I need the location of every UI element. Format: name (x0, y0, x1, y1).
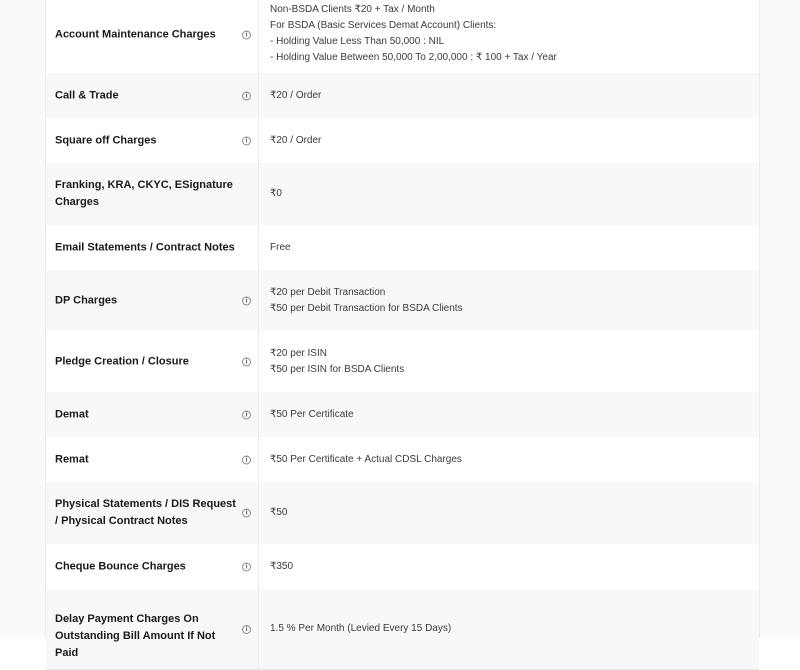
charge-value: ₹20 per Debit Transaction ₹50 per Debit … (270, 286, 463, 314)
row-label-cell: Account Maintenance Charges i (46, 0, 259, 73)
info-icon[interactable]: i (242, 91, 251, 100)
charge-value: 1.5 % Per Month (Levied Every 15 Days) (270, 623, 452, 634)
charge-name: Franking, KRA, CKYC, ESignature Charges (55, 179, 233, 208)
table-row: Email Statements / Contract Notes Free (46, 225, 759, 271)
row-label-cell: Square off Charges i (46, 118, 259, 163)
charge-value: ₹20 per ISIN ₹50 per ISIN for BSDA Clien… (270, 347, 405, 375)
row-label-cell: Cheque Bounce Charges i (46, 544, 259, 589)
charge-name: Square off Charges (55, 134, 157, 146)
charge-value: ₹50 Per Certificate + Actual CDSL Charge… (270, 453, 462, 465)
info-icon[interactable]: i (242, 357, 251, 366)
table-row: Cheque Bounce Charges i ₹350 (46, 544, 759, 590)
row-label-cell: Call & Trade i (46, 73, 259, 118)
charge-value: ₹350 (270, 560, 294, 572)
info-icon[interactable]: i (242, 296, 251, 305)
charge-name: Account Maintenance Charges (55, 28, 216, 41)
info-icon[interactable]: i (242, 508, 251, 518)
table-row: Delay Payment Charges On Outstanding Bil… (46, 589, 759, 670)
charge-name: Physical Statements / DIS Request / Phys… (55, 498, 236, 527)
row-label-cell: Email Statements / Contract Notes (46, 225, 259, 270)
table-row: DP Charges i ₹20 per Debit Transaction ₹… (46, 270, 759, 332)
charge-value: ₹50 Per Certificate (270, 408, 354, 420)
info-icon[interactable]: i (242, 562, 251, 571)
table-row: Call & Trade i ₹20 / Order (46, 73, 759, 119)
charge-name: Cheque Bounce Charges (55, 560, 186, 572)
info-icon[interactable]: i (242, 625, 251, 634)
info-icon[interactable]: i (242, 410, 251, 419)
table-row: Physical Statements / DIS Request / Phys… (46, 482, 759, 545)
charge-value: ₹50 (270, 507, 288, 518)
charge-name: Call & Trade (55, 89, 119, 101)
charge-name: DP Charges (55, 294, 118, 306)
table-row: Franking, KRA, CKYC, ESignature Charges … (46, 163, 759, 226)
charge-value: ₹20 / Order (270, 134, 322, 146)
row-label-cell: Remat i (46, 437, 259, 482)
charge-name: Delay Payment Charges On Outstanding Bil… (55, 613, 216, 659)
row-label-cell: Pledge Creation / Closure i (46, 331, 259, 392)
info-icon[interactable]: i (242, 30, 251, 40)
table-row: Square off Charges i ₹20 / Order (46, 118, 759, 164)
charge-name: Remat (55, 453, 89, 465)
right-margin (759, 0, 800, 638)
charge-value: Free (270, 241, 291, 253)
table-row: Pledge Creation / Closure i ₹20 per ISIN… (46, 331, 759, 393)
charge-value: ₹20 / Order (270, 89, 322, 101)
row-label-cell: DP Charges i (46, 270, 259, 331)
charge-name: Email Statements / Contract Notes (55, 241, 235, 253)
row-label-cell: Delay Payment Charges On Outstanding Bil… (46, 589, 259, 669)
table-row: Remat i ₹50 Per Certificate + Actual CDS… (46, 437, 759, 483)
info-icon[interactable]: i (242, 455, 251, 464)
charge-name: Pledge Creation / Closure (55, 355, 189, 367)
left-margin (0, 0, 46, 638)
row-label-cell: Physical Statements / DIS Request / Phys… (46, 482, 259, 544)
table-row: Account Maintenance Charges i Non-BSDA C… (46, 0, 759, 74)
charge-name: Demat (55, 408, 89, 420)
charge-value: ₹0 (270, 188, 282, 199)
row-label-cell: Demat i (46, 392, 259, 437)
row-label-cell: Franking, KRA, CKYC, ESignature Charges (46, 163, 259, 225)
table-row: Demat i ₹50 Per Certificate (46, 392, 759, 438)
charge-value: Non-BSDA Clients ₹20 + Tax / Month For B… (270, 4, 557, 64)
info-icon[interactable]: i (242, 136, 251, 145)
